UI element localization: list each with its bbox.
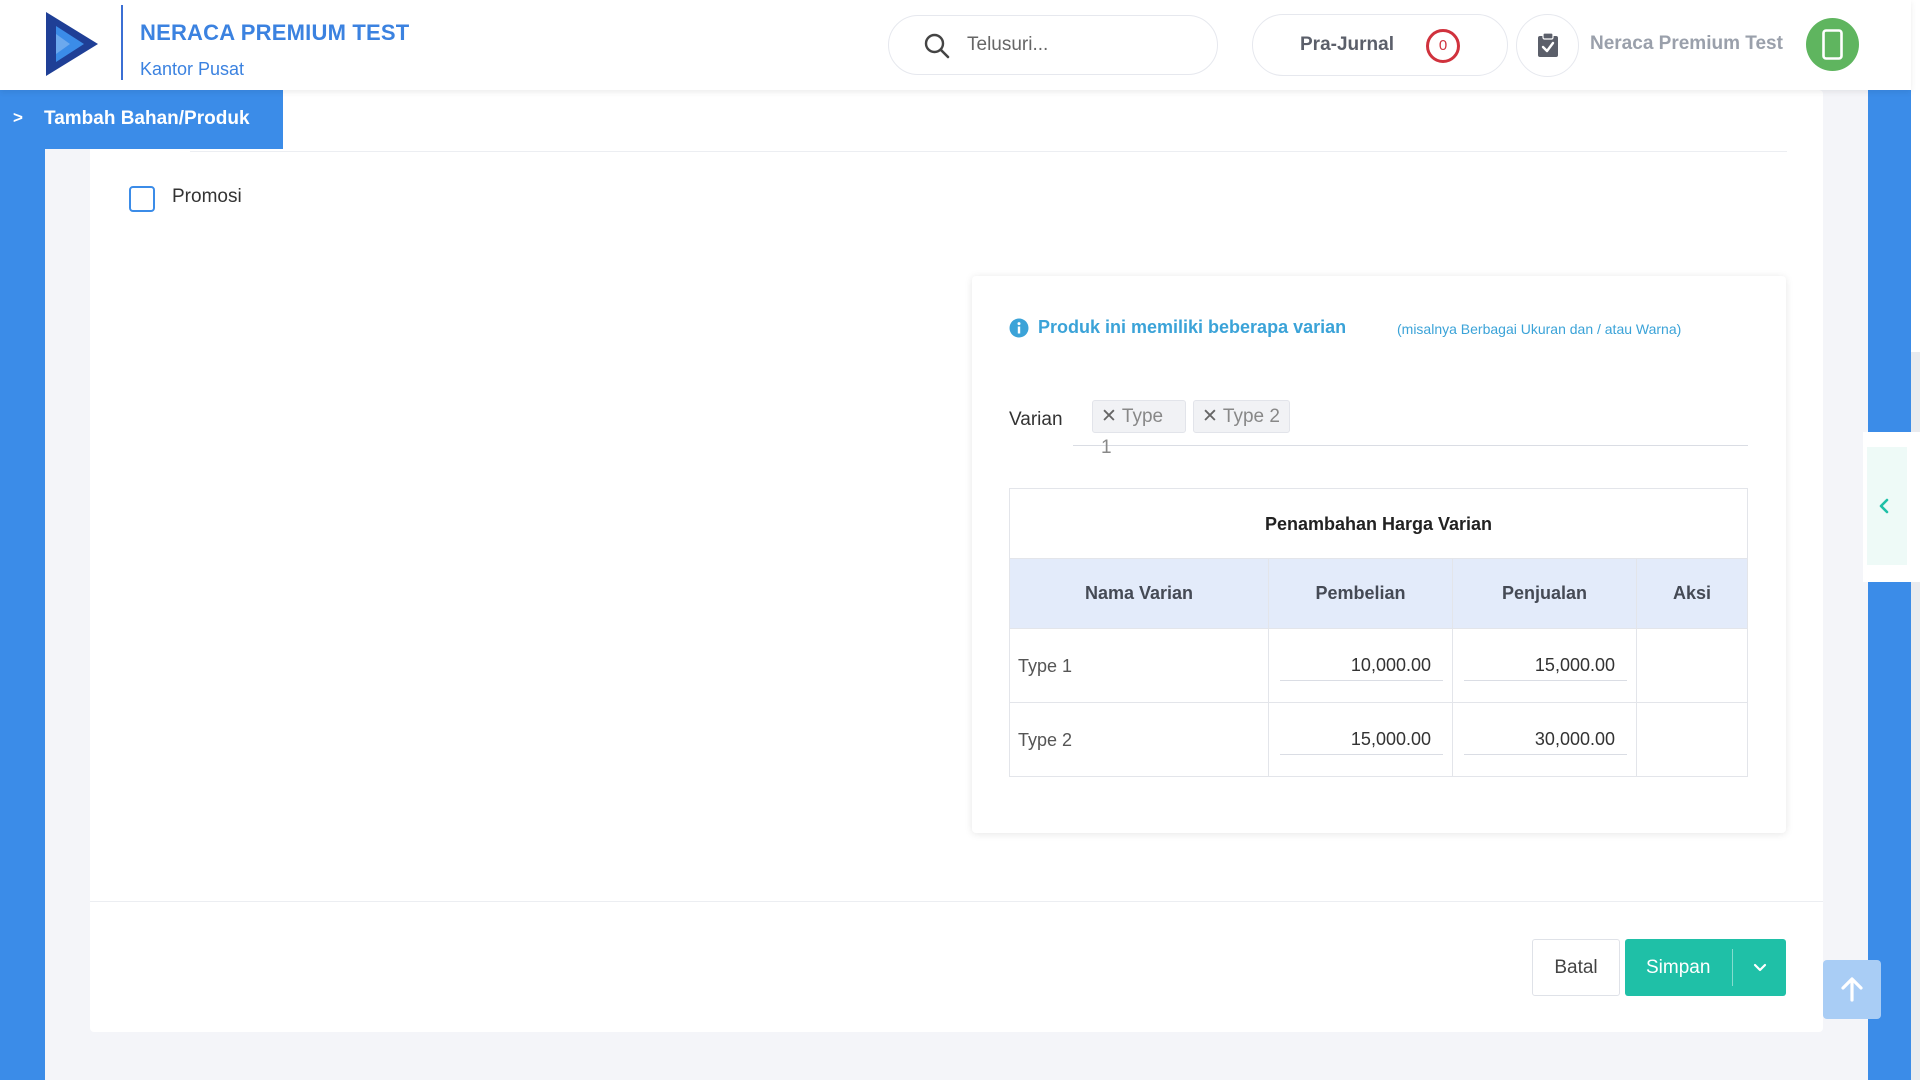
side-panel-toggle[interactable] [1863,432,1920,582]
cancel-button[interactable]: Batal [1532,939,1620,996]
variant-toggle-label[interactable]: Produk ini memiliki beberapa varian [1038,317,1346,338]
column-header: Nama Varian [1010,559,1269,628]
column-header: Aksi [1672,583,1712,603]
promosi-label[interactable]: Promosi [172,186,242,208]
info-icon [1009,318,1029,338]
page-title: Tambah Bahan/Produk [44,108,250,129]
variant-chip[interactable]: ✕ Type 2 [1193,400,1290,433]
remove-chip-icon[interactable]: ✕ [1202,406,1218,427]
variant-name-cell: Type 2 [1010,703,1269,776]
chevron-down-icon[interactable] [1753,956,1767,978]
scroll-to-top-button[interactable] [1823,960,1881,1019]
pembelian-cell: 15,000.00 [1269,703,1453,776]
aksi-cell [1637,703,1747,776]
table-header-row: Nama Varian Pembelian Penjualan Aksi [1010,559,1747,628]
logo-divider [121,5,123,80]
pembelian-input[interactable]: 10,000.00 [1280,651,1443,681]
search-icon [924,33,950,59]
penjualan-input[interactable]: 30,000.00 [1464,725,1627,755]
pra-jurnal-count-badge: 0 [1426,29,1460,63]
table-row: Type 2 15,000.00 30,000.00 [1010,702,1747,776]
variant-chip-label: Type 2 [1222,406,1280,427]
search-box[interactable] [888,15,1218,75]
page-title-tab[interactable]: > Tambah Bahan/Produk [0,90,283,149]
remove-chip-icon[interactable]: ✕ [1101,406,1117,427]
variant-chip[interactable]: ✕ Type 1 [1092,400,1186,458]
branch-name[interactable]: Kantor Pusat [140,59,244,80]
table-caption: Penambahan Harga Varian [1010,489,1747,559]
chevron-right-icon: > [13,108,23,127]
page-edge [1911,0,1920,352]
pembelian-input[interactable]: 15,000.00 [1280,725,1443,755]
button-divider [1732,949,1733,986]
column-header: Pembelian [1269,559,1453,628]
neraca-logo-icon[interactable] [46,12,98,76]
pembelian-cell: 10,000.00 [1269,629,1453,702]
company-name[interactable]: NERACA PREMIUM TEST [140,20,409,46]
promosi-checkbox[interactable] [129,186,155,212]
pra-jurnal-label: Pra-Jurnal [1300,34,1394,55]
user-name[interactable]: Neraca Premium Test [1590,33,1783,55]
variant-price-table: Penambahan Harga Varian Nama Varian Pemb… [1009,488,1748,777]
aksi-cell [1637,629,1747,702]
penjualan-cell: 15,000.00 [1453,629,1637,702]
chevron-left-icon [1879,498,1889,514]
divider [90,901,1823,902]
penjualan-cell: 30,000.00 [1453,703,1637,776]
column-header: Penjualan [1453,559,1637,628]
pra-jurnal-button[interactable]: Pra-Jurnal 0 [1252,14,1508,76]
user-avatar[interactable] [1806,18,1859,71]
task-clipboard-button[interactable] [1516,14,1579,77]
variant-name-cell: Type 1 [1010,629,1269,702]
clipboard-check-icon [1538,32,1558,57]
top-navbar: NERACA PREMIUM TEST Kantor Pusat Pra-Jur… [0,0,1911,90]
arrow-up-icon [1841,977,1863,1002]
variant-hint: (misalnya Berbagai Ukuran dan / atau War… [1397,321,1682,337]
mobile-phone-icon [1822,29,1843,60]
penjualan-input[interactable]: 15,000.00 [1464,651,1627,681]
save-button-label: Simpan [1646,957,1711,978]
divider [190,151,1787,152]
save-button[interactable]: Simpan [1625,939,1786,996]
varian-label: Varian [1009,409,1063,430]
search-input[interactable] [967,30,1197,60]
varian-tags-input[interactable] [1073,445,1748,446]
table-row: Type 1 10,000.00 15,000.00 [1010,628,1747,702]
